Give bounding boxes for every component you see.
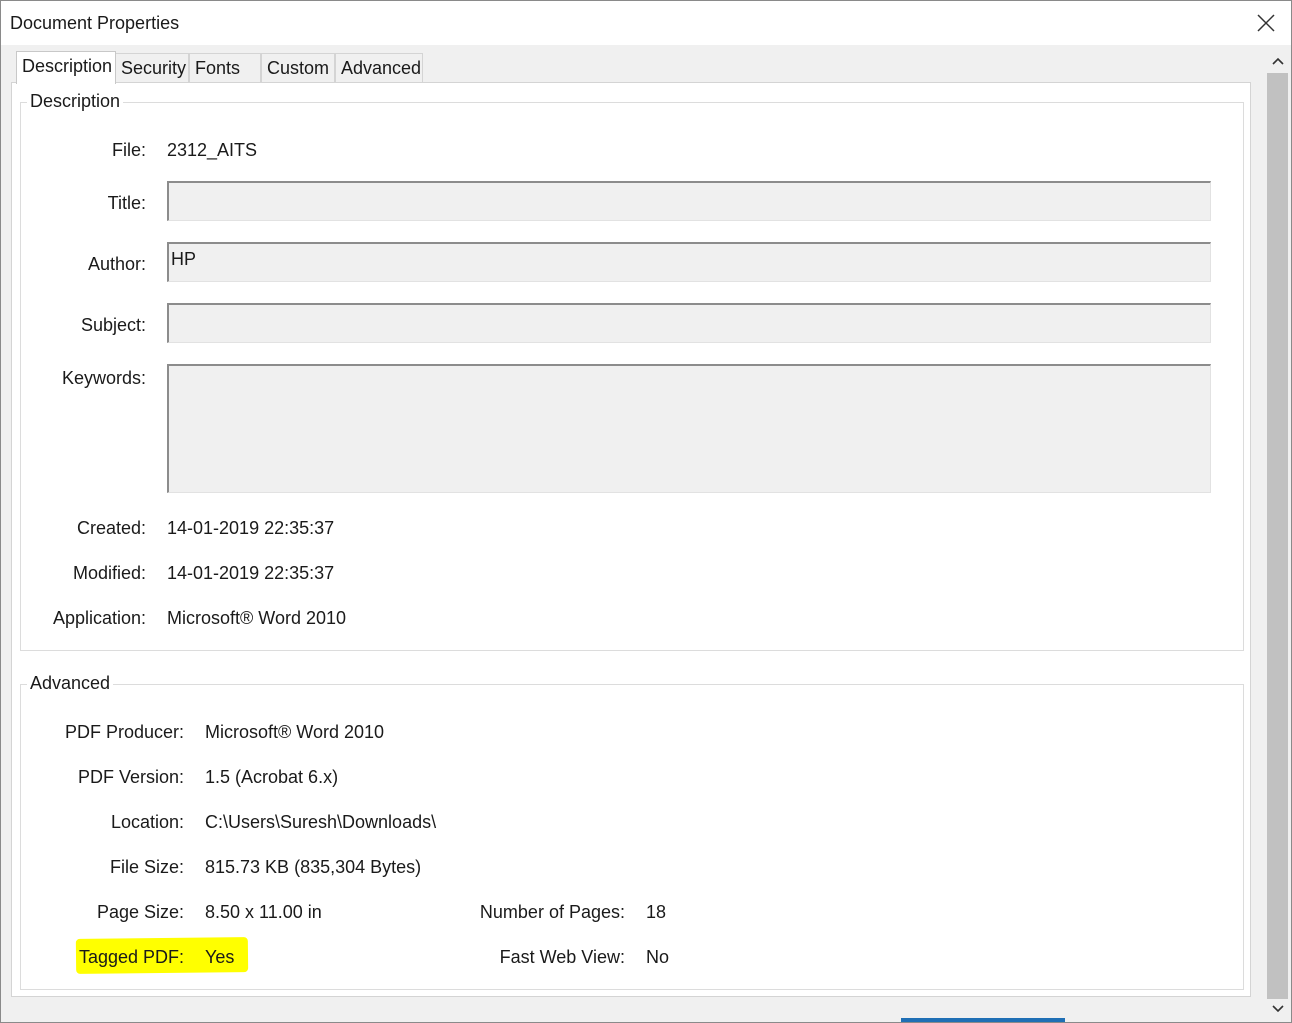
created-value: 14-01-2019 22:35:37 xyxy=(167,518,335,538)
title-label: Title: xyxy=(107,193,146,213)
vertical-scrollbar[interactable] xyxy=(1265,47,1291,1022)
location-value: C:\Users\Suresh\Downloads\ xyxy=(205,812,437,832)
page-size-value: 8.50 x 11.00 in xyxy=(205,902,322,922)
page-size-label: Page Size: xyxy=(96,902,184,922)
document-properties-dialog: Document Properties Description Security… xyxy=(0,0,1292,1023)
tagged-pdf-label: Tagged PDF: xyxy=(78,947,184,967)
keywords-label: Keywords: xyxy=(61,368,146,388)
pdf-producer-value: Microsoft® Word 2010 xyxy=(205,722,384,742)
tab-custom[interactable]: Custom xyxy=(261,53,335,82)
application-label: Application: xyxy=(52,608,146,628)
created-label: Created: xyxy=(76,518,146,538)
subject-label: Subject: xyxy=(80,315,146,335)
advanced-legend: Advanced xyxy=(27,673,114,694)
tab-fonts[interactable]: Fonts xyxy=(189,53,261,82)
chevron-down-icon xyxy=(1272,1005,1284,1013)
modified-label: Modified: xyxy=(72,563,146,583)
tab-advanced[interactable]: Advanced xyxy=(335,53,423,82)
tab-security[interactable]: Security xyxy=(115,53,189,82)
description-tab-panel: Description File: 2312_AITS Title: Autho… xyxy=(11,82,1251,997)
number-of-pages-value: 18 xyxy=(646,902,667,922)
pdf-version-label: PDF Version: xyxy=(77,767,184,787)
tagged-pdf-value: Yes xyxy=(205,947,235,967)
subject-field[interactable] xyxy=(167,303,1211,343)
description-legend: Description xyxy=(27,91,124,112)
file-label: File: xyxy=(111,140,146,160)
fast-web-view-label: Fast Web View: xyxy=(499,947,625,967)
scrollbar-thumb[interactable] xyxy=(1267,73,1288,999)
keywords-field[interactable] xyxy=(167,364,1211,493)
close-button[interactable] xyxy=(1241,1,1291,45)
close-icon xyxy=(1257,14,1275,32)
location-label: Location: xyxy=(110,812,184,832)
scroll-down-button[interactable] xyxy=(1265,997,1291,1021)
application-value: Microsoft® Word 2010 xyxy=(167,608,346,628)
file-size-value: 815.73 KB (835,304 Bytes) xyxy=(205,857,422,877)
file-value: 2312_AITS xyxy=(167,140,258,160)
partial-button-edge xyxy=(901,1018,1065,1022)
chevron-up-icon xyxy=(1272,57,1284,65)
modified-value: 14-01-2019 22:35:37 xyxy=(167,563,335,583)
number-of-pages-label: Number of Pages: xyxy=(479,902,625,922)
pdf-version-value: 1.5 (Acrobat 6.x) xyxy=(205,767,339,787)
scroll-up-button[interactable] xyxy=(1265,49,1291,73)
title-field[interactable] xyxy=(167,181,1211,221)
tab-description[interactable]: Description xyxy=(16,51,116,84)
file-size-label: File Size: xyxy=(109,857,184,877)
fast-web-view-value: No xyxy=(646,947,670,967)
dialog-title: Document Properties xyxy=(10,13,180,33)
title-bar: Document Properties xyxy=(1,1,1291,45)
author-field[interactable]: HP xyxy=(167,242,1211,282)
author-label: Author: xyxy=(87,254,146,274)
pdf-producer-label: PDF Producer: xyxy=(64,722,184,742)
